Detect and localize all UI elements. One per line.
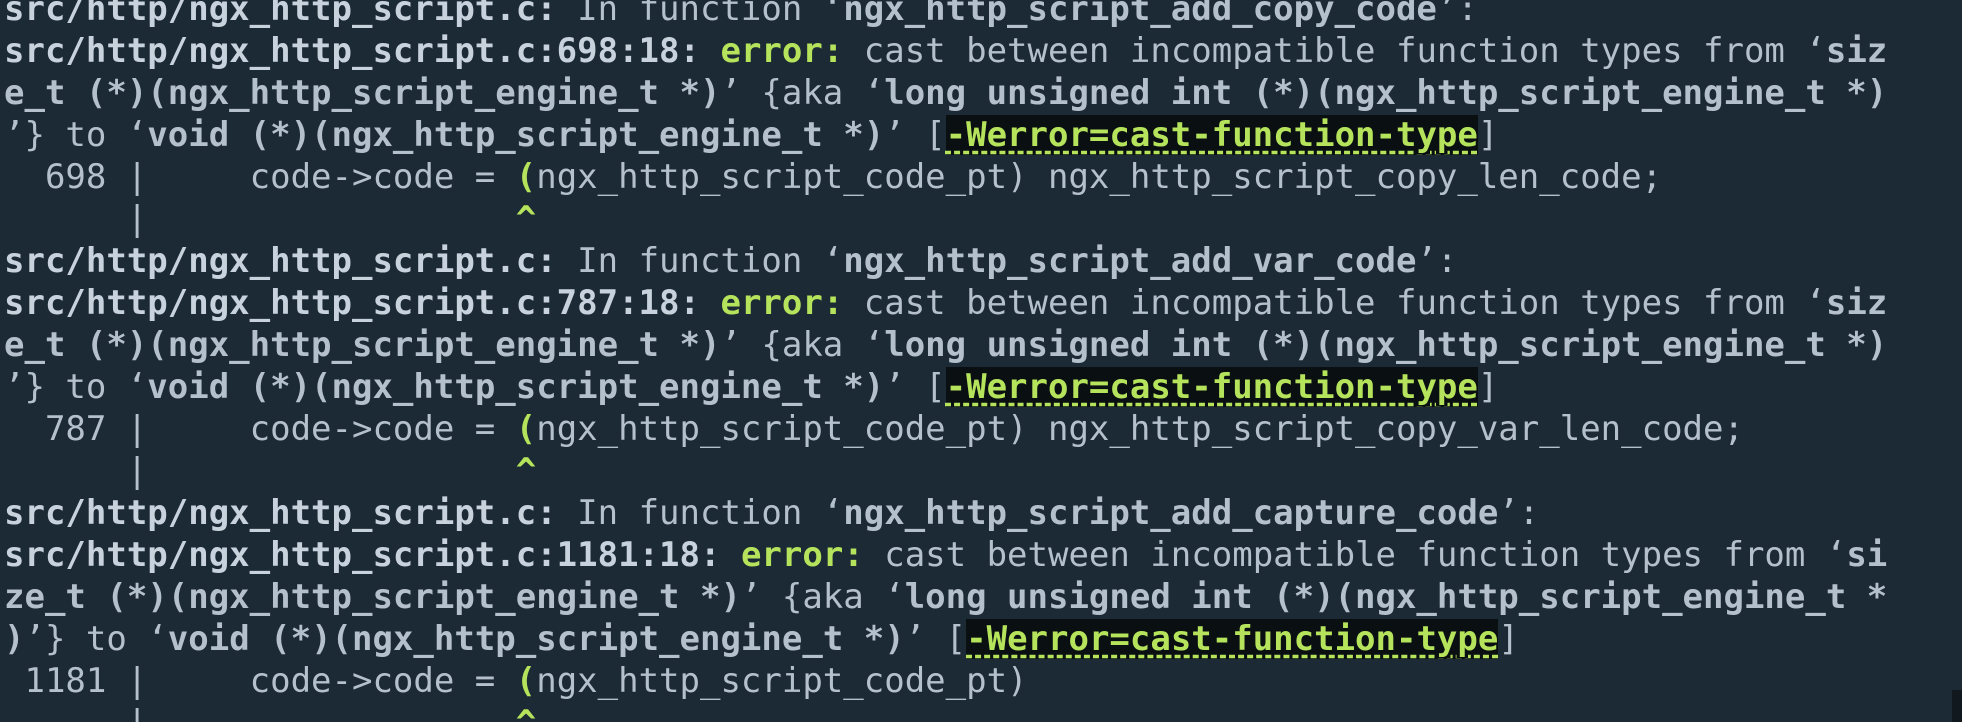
message-text: 1181 | code->code = xyxy=(4,661,516,701)
message-text: ’: xyxy=(1416,241,1458,281)
message-text xyxy=(720,535,740,575)
highlighted-text: long unsigned int (*)(ngx_http_script_en… xyxy=(884,73,1888,113)
message-text: cast between incompatible function types… xyxy=(843,31,1826,71)
file-location: src/http/ngx_http_script.c:1181:18: xyxy=(4,535,721,575)
message-text: ngx_http_script_code_pt) xyxy=(536,661,1028,701)
terminal-line: src/http/ngx_http_script.c:698:18: error… xyxy=(4,30,1958,72)
scrollbar-thumb[interactable] xyxy=(1952,690,1962,722)
message-text: 787 | code->code = xyxy=(4,409,516,449)
message-text: 698 | code->code = xyxy=(4,157,516,197)
message-text: cast between incompatible function types… xyxy=(863,535,1847,575)
message-text: ] xyxy=(1498,619,1519,659)
terminal-line: 1181 | code->code = (ngx_http_script_cod… xyxy=(4,660,1958,702)
file-location: src/http/ngx_http_script.c: xyxy=(4,0,557,29)
error-label: error: xyxy=(740,535,864,575)
highlighted-text: ngx_http_script_add_var_code xyxy=(843,241,1417,281)
highlighted-text: void (*)(ngx_http_script_engine_t *) xyxy=(167,619,905,659)
message-text: ] xyxy=(1477,115,1499,155)
message-text: ’} to ‘ xyxy=(4,115,148,155)
warning-flag: -Werror=cast-function-type xyxy=(945,115,1478,155)
terminal-line: src/http/ngx_http_script.c: In function … xyxy=(4,0,1958,30)
message-text: ] xyxy=(1477,367,1499,407)
terminal-line: src/http/ngx_http_script.c: In function … xyxy=(4,492,1958,534)
message-text: ’: xyxy=(1436,0,1478,29)
highlighted-text: void (*)(ngx_http_script_engine_t *) xyxy=(147,367,885,407)
message-text: | xyxy=(4,451,516,491)
message-text: ’ {aka ‘ xyxy=(720,325,885,365)
message-text xyxy=(700,283,720,323)
message-text: ’ [ xyxy=(904,619,967,659)
message-text: ngx_http_script_code_pt) ngx_http_script… xyxy=(536,409,1744,449)
message-text: ’: xyxy=(1498,493,1540,533)
terminal-line: src/http/ngx_http_script.c:787:18: error… xyxy=(4,282,1958,324)
terminal-line: ze_t (*)(ngx_http_script_engine_t *)’ {a… xyxy=(4,576,1958,618)
highlighted-text: siz xyxy=(1825,283,1888,323)
highlighted-text: ngx_http_script_add_copy_code xyxy=(843,0,1437,29)
terminal-line: 698 | code->code = (ngx_http_script_code… xyxy=(4,156,1958,198)
message-text: | xyxy=(4,703,516,722)
caret-marker: ^ xyxy=(515,199,537,239)
terminal-line: e_t (*)(ngx_http_script_engine_t *)’ {ak… xyxy=(4,324,1958,366)
error-label: error: xyxy=(720,283,844,323)
file-location: src/http/ngx_http_script.c: xyxy=(4,493,557,533)
terminal-output[interactable]: src/http/ngx_http_script.c: In function … xyxy=(4,0,1958,722)
message-text: cast between incompatible function types… xyxy=(843,283,1826,323)
terminal-line: ’} to ‘void (*)(ngx_http_script_engine_t… xyxy=(4,366,1958,408)
caret-marker: ^ xyxy=(516,703,536,722)
highlighted-text: e_t (*)(ngx_http_script_engine_t *) xyxy=(4,325,721,365)
message-text: ’} to ‘ xyxy=(4,367,148,407)
highlighted-text: ) xyxy=(4,619,25,659)
caret-marker: ( xyxy=(515,409,537,449)
highlighted-text: si xyxy=(1846,535,1888,575)
file-location: src/http/ngx_http_script.c: xyxy=(4,241,557,281)
terminal-line: )’} to ‘void (*)(ngx_http_script_engine_… xyxy=(4,618,1958,660)
highlighted-text: void (*)(ngx_http_script_engine_t *) xyxy=(147,115,885,155)
highlighted-text: long unsigned int (*)(ngx_http_script_en… xyxy=(904,577,1888,617)
terminal-line: e_t (*)(ngx_http_script_engine_t *)’ {ak… xyxy=(4,72,1958,114)
message-text: ’ {aka ‘ xyxy=(720,73,885,113)
terminal-line: | ^ xyxy=(4,198,1958,240)
terminal-line: | ^ xyxy=(4,702,1958,722)
message-text: ngx_http_script_code_pt) ngx_http_script… xyxy=(536,157,1663,197)
caret-marker: ( xyxy=(515,157,537,197)
terminal-line: ’} to ‘void (*)(ngx_http_script_engine_t… xyxy=(4,114,1958,156)
warning-flag: -Werror=cast-function-type xyxy=(945,367,1478,407)
terminal-line: | ^ xyxy=(4,450,1958,492)
file-location: src/http/ngx_http_script.c:698:18: xyxy=(4,31,700,71)
message-text: ’ [ xyxy=(884,367,946,407)
message-text: In function ‘ xyxy=(556,0,844,29)
terminal-line: 787 | code->code = (ngx_http_script_code… xyxy=(4,408,1958,450)
warning-flag: -Werror=cast-function-type xyxy=(966,619,1499,659)
message-text: ’ [ xyxy=(884,115,946,155)
message-text: ’} to ‘ xyxy=(24,619,168,659)
message-text: ’ {aka ‘ xyxy=(740,577,905,617)
message-text: In function ‘ xyxy=(556,493,844,533)
message-text: | xyxy=(4,199,516,239)
highlighted-text: e_t (*)(ngx_http_script_engine_t *) xyxy=(4,73,721,113)
caret-marker: ^ xyxy=(515,451,537,491)
highlighted-text: siz xyxy=(1825,31,1888,71)
terminal-line: src/http/ngx_http_script.c:1181:18: erro… xyxy=(4,534,1958,576)
message-text xyxy=(700,31,720,71)
terminal-line: src/http/ngx_http_script.c: In function … xyxy=(4,240,1958,282)
caret-marker: ( xyxy=(515,661,537,701)
highlighted-text: long unsigned int (*)(ngx_http_script_en… xyxy=(884,325,1888,365)
message-text: In function ‘ xyxy=(556,241,844,281)
file-location: src/http/ngx_http_script.c:787:18: xyxy=(4,283,700,323)
highlighted-text: ze_t (*)(ngx_http_script_engine_t *) xyxy=(4,577,741,617)
highlighted-text: ngx_http_script_add_capture_code xyxy=(843,493,1499,533)
error-label: error: xyxy=(720,31,844,71)
